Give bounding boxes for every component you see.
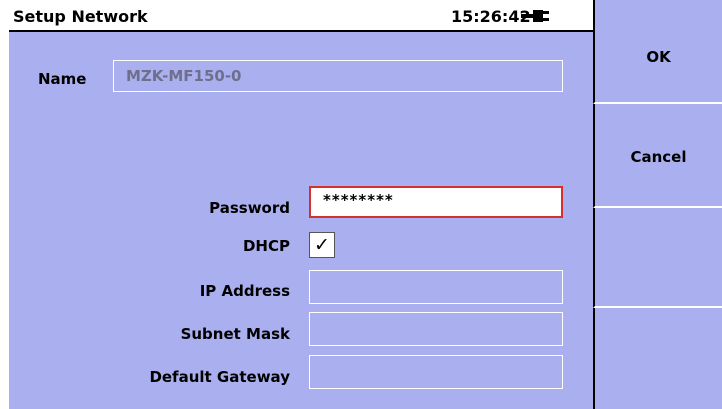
ip-address-field[interactable] — [309, 270, 563, 304]
ok-button[interactable]: OK — [593, 0, 722, 104]
subnet-mask-field[interactable] — [309, 312, 563, 346]
window-title: Setup Network — [13, 7, 148, 26]
ac-plug-icon — [521, 10, 549, 22]
dhcp-label: DHCP — [242, 237, 290, 255]
clock: 15:26:42 — [451, 7, 531, 26]
password-label: Password — [209, 199, 290, 217]
name-label: Name — [38, 70, 87, 88]
softkey-4-blank[interactable] — [593, 308, 722, 409]
subnet-mask-label: Subnet Mask — [180, 325, 290, 343]
dhcp-checkbox[interactable]: ✓ — [309, 232, 335, 258]
cancel-button-label: Cancel — [630, 148, 687, 166]
name-field: MZK-MF150-0 — [113, 60, 563, 92]
instrument-screen: Setup Network 15:26:42 Name MZK-MF150-0 … — [0, 0, 722, 409]
password-field[interactable]: ******** — [309, 186, 563, 218]
checkmark-icon: ✓ — [314, 233, 330, 256]
softkey-panel: OK Cancel — [593, 0, 722, 409]
softkey-3-blank[interactable] — [593, 208, 722, 308]
ok-button-label: OK — [646, 48, 671, 66]
default-gateway-label: Default Gateway — [149, 368, 290, 386]
title-bar: Setup Network 15:26:42 — [9, 0, 593, 32]
default-gateway-field[interactable] — [309, 355, 563, 389]
ip-address-label: IP Address — [199, 282, 290, 300]
cancel-button[interactable]: Cancel — [593, 104, 722, 208]
